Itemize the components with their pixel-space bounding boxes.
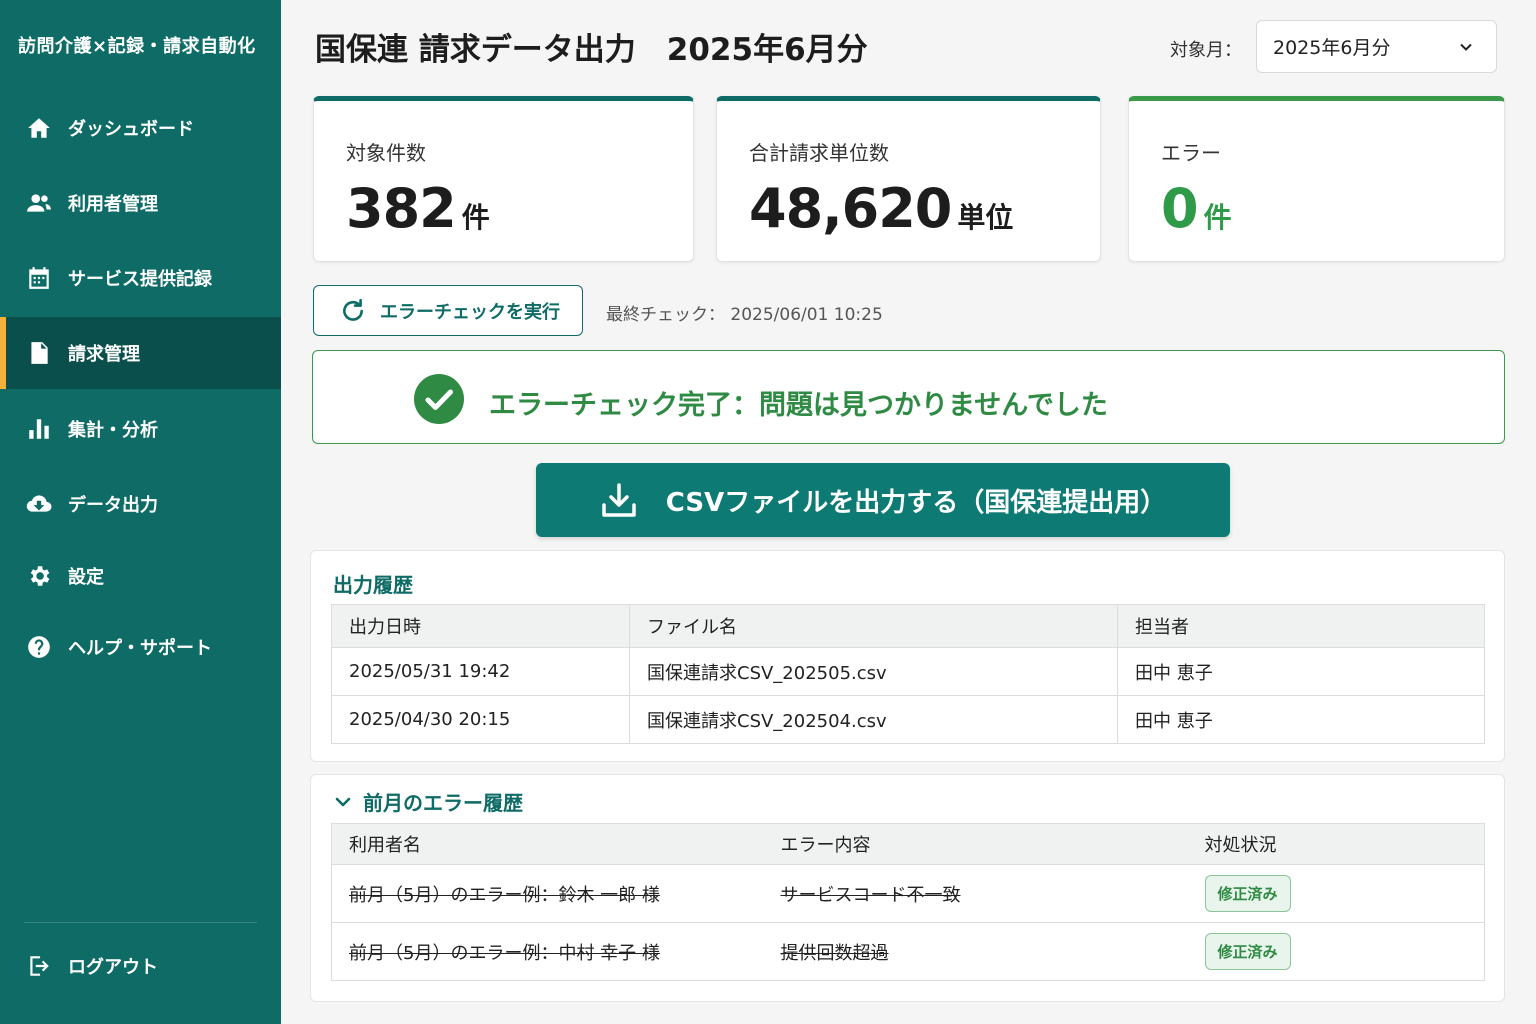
sidebar-item-dashboard[interactable]: ダッシュボード [0,92,281,164]
sidebar: 訪問介護×記録・請求自動化 ダッシュボード 利用者管理 サービス提供記録 請求管… [0,0,281,1024]
month-label: 対象月： [1170,40,1242,61]
sidebar-item-help[interactable]: ヘルプ・サポート [0,611,281,683]
sidebar-item-label: データ出力 [68,495,158,516]
sidebar-item-data-export[interactable]: データ出力 [0,468,281,540]
sidebar-item-settings[interactable]: 設定 [0,540,281,612]
sidebar-item-label: 集計・分析 [68,420,158,441]
export-csv-label: CSVファイルを出力する（国保連提出用） [665,487,1167,518]
stat-card-errors: エラー 0件 [1128,96,1505,262]
table-header-row: 利用者名 エラー内容 対処状況 [331,823,1485,865]
sidebar-item-label: 利用者管理 [68,194,158,215]
output-history-panel: 出力履歴 出力日時 ファイル名 担当者 2025/05/31 19:42 国保連… [310,550,1505,762]
logout-button[interactable]: ログアウト [0,930,281,1002]
status-badge: 修正済み [1204,875,1291,912]
document-icon [26,340,52,366]
prev-error-history-panel: 前月のエラー履歴 利用者名 エラー内容 対処状況 前月（5月）のエラー例：鈴木 … [310,774,1505,1002]
status-cell: 修正済み [1187,864,1485,923]
sidebar-item-analytics[interactable]: 集計・分析 [0,393,281,465]
cloud-download-icon [26,491,52,517]
stat-card-target-count: 対象件数 382 件 [313,96,694,262]
column-header: エラー内容 [763,823,1188,865]
download-icon [602,483,636,517]
prev-error-table: 利用者名 エラー内容 対処状況 前月（5月）のエラー例：鈴木 一郎 様 サービス… [331,823,1485,981]
error-check-result-text: エラーチェック完了：問題は見つかりませんでした [489,390,1108,421]
chevron-down-icon [1460,43,1472,51]
table-header-row: 出力日時 ファイル名 担当者 [331,604,1485,648]
last-check-timestamp: 最終チェック： 2025/06/01 10:25 [606,305,883,325]
stat-unit: 件 [1203,201,1232,234]
refresh-icon [343,298,363,321]
app-title: 訪問介護×記録・請求自動化 [18,36,256,57]
output-history-title: 出力履歴 [333,573,413,597]
output-datetime: 2025/04/30 20:15 [331,695,630,744]
month-select[interactable]: 2025年6月分 [1256,20,1497,73]
sidebar-item-label: ダッシュボード [68,119,194,140]
stat-label: エラー [1161,141,1221,165]
sidebar-item-label: サービス提供記録 [68,269,212,290]
error-check-result: エラーチェック完了：問題は見つかりませんでした [312,350,1505,444]
sidebar-item-users[interactable]: 利用者管理 [0,167,281,239]
table-row[interactable]: 前月（5月）のエラー例：鈴木 一郎 様 サービスコード不一致 修正済み [331,864,1485,923]
sidebar-item-label: 設定 [68,567,104,588]
run-error-check-button[interactable]: エラーチェックを実行 [313,285,583,336]
column-header: 利用者名 [331,823,764,865]
sidebar-item-billing[interactable]: 請求管理 [0,317,281,389]
stat-number: 0 [1161,177,1199,240]
chevron-down-icon [335,797,351,806]
sidebar-item-label: 請求管理 [68,344,140,365]
bar-chart-icon [26,416,52,442]
run-error-check-label: エラーチェックを実行 [380,301,560,323]
sidebar-item-service-records[interactable]: サービス提供記録 [0,242,281,314]
user-name: 前月（5月）のエラー例：中村 幸子 様 [331,922,764,981]
user-name: 前月（5月）のエラー例：鈴木 一郎 様 [331,864,764,923]
column-header: 出力日時 [331,604,630,648]
status-badge: 修正済み [1204,933,1291,970]
home-icon [26,115,52,141]
output-datetime: 2025/05/31 19:42 [331,647,630,696]
prev-error-history-toggle[interactable]: 前月のエラー履歴 [333,787,523,816]
error-content: 提供回数超過 [763,922,1188,981]
file-name: 国保連請求CSV_202504.csv [629,695,1118,744]
stat-unit: 件 [461,201,490,234]
stat-card-total-units: 合計請求単位数 48,620 単位 [716,96,1101,262]
stat-label: 対象件数 [346,141,426,165]
stat-value: 0件 [1161,177,1232,240]
table-row[interactable]: 前月（5月）のエラー例：中村 幸子 様 提供回数超過 修正済み [331,922,1485,981]
file-name: 国保連請求CSV_202505.csv [629,647,1118,696]
column-header: 対処状況 [1187,823,1485,865]
assignee: 田中 恵子 [1117,647,1485,696]
assignee: 田中 恵子 [1117,695,1485,744]
status-cell: 修正済み [1187,922,1485,981]
help-icon [26,634,52,660]
table-row[interactable]: 2025/04/30 20:15 国保連請求CSV_202504.csv 田中 … [331,695,1485,744]
logout-label: ログアウト [68,957,158,978]
month-select-value: 2025年6月分 [1273,37,1391,59]
stat-number: 48,620 [749,177,952,240]
stat-number: 382 [346,177,457,240]
calendar-icon [26,265,52,291]
error-content: サービスコード不一致 [763,864,1188,923]
column-header: 担当者 [1117,604,1485,648]
stat-label: 合計請求単位数 [749,141,889,165]
page-title: 国保連 請求データ出力 2025年6月分 [315,32,868,68]
sidebar-item-label: ヘルプ・サポート [68,638,212,659]
stat-value: 48,620 単位 [749,177,1013,240]
output-history-table: 出力日時 ファイル名 担当者 2025/05/31 19:42 国保連請求CSV… [331,604,1485,744]
stat-unit: 単位 [957,201,1014,234]
sidebar-divider [24,922,257,923]
gear-icon [26,563,52,589]
check-circle-icon [414,374,464,424]
column-header: ファイル名 [629,604,1118,648]
prev-error-history-title: 前月のエラー履歴 [363,791,523,815]
export-csv-button[interactable]: CSVファイルを出力する（国保連提出用） [536,463,1230,537]
table-row[interactable]: 2025/05/31 19:42 国保連請求CSV_202505.csv 田中 … [331,647,1485,696]
users-icon [26,190,52,216]
stat-value: 382 件 [346,177,490,240]
logout-icon [26,953,52,979]
